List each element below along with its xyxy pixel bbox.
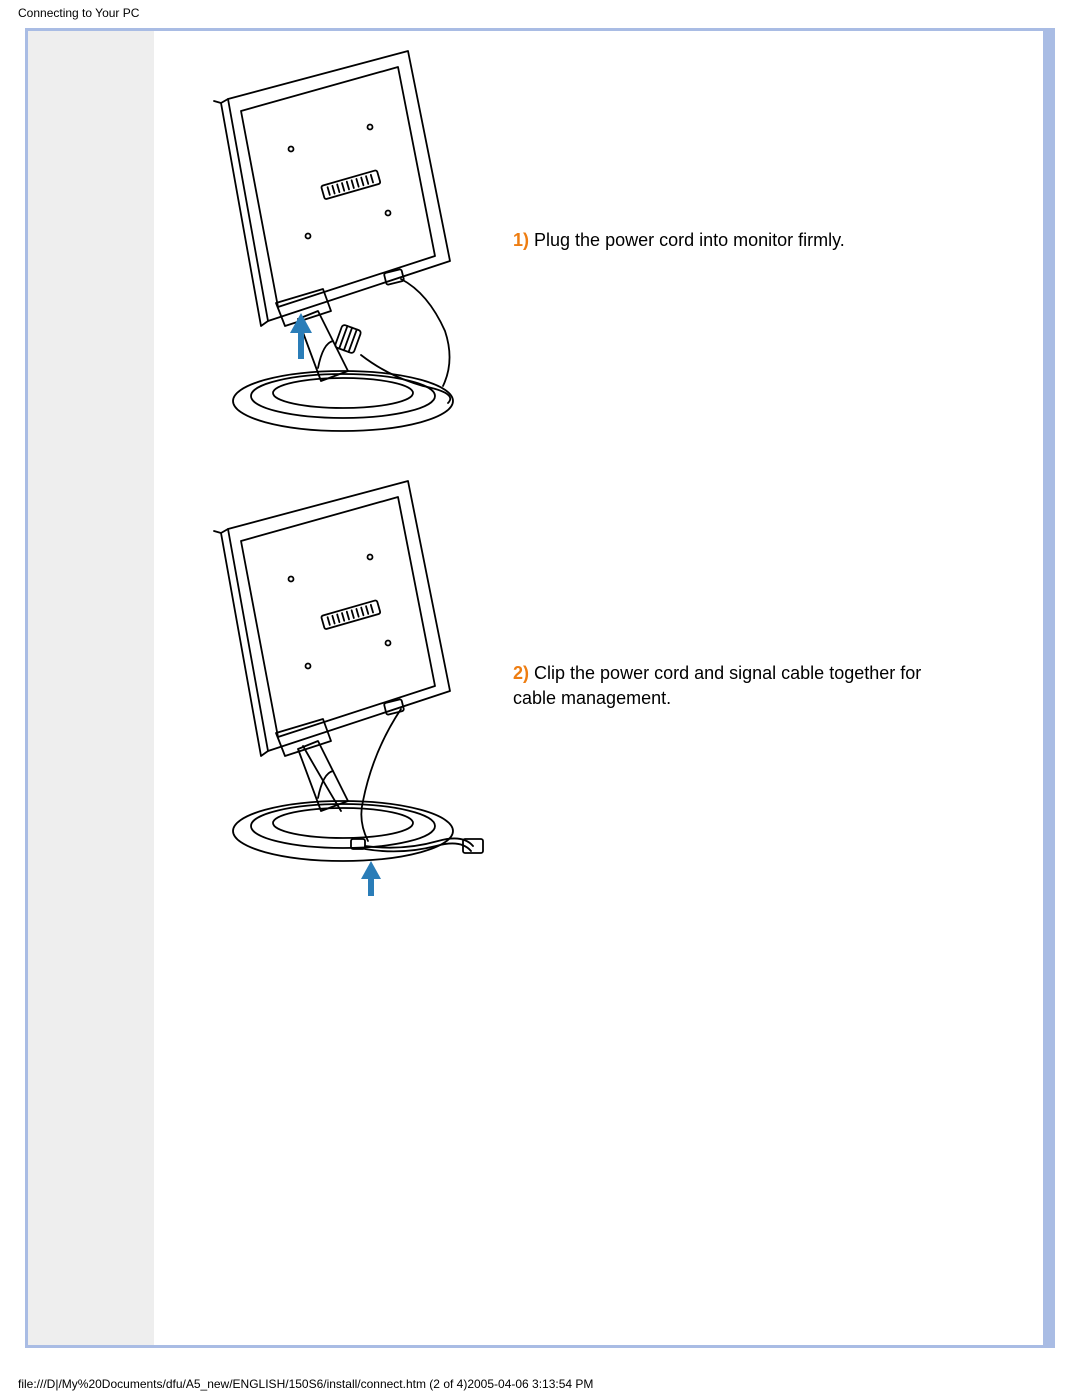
step-1-label: Plug the power cord into monitor firmly. — [529, 230, 845, 250]
step-1-illustration — [173, 41, 493, 441]
page-header-title: Connecting to Your PC — [18, 6, 139, 20]
step-2-number: 2) — [513, 663, 529, 683]
step-1-text: 1) Plug the power cord into monitor firm… — [493, 228, 845, 253]
arrow-up-icon — [361, 861, 381, 896]
step-2-illustration — [173, 471, 493, 901]
step-2-text: 2) Clip the power cord and signal cable … — [493, 661, 923, 711]
left-sidebar-bg — [28, 31, 154, 1345]
page-footer-path: file:///D|/My%20Documents/dfu/A5_new/ENG… — [18, 1377, 593, 1391]
step-2-row: 2) Clip the power cord and signal cable … — [173, 471, 923, 901]
step-1-number: 1) — [513, 230, 529, 250]
content-frame: 1) Plug the power cord into monitor firm… — [25, 28, 1055, 1348]
step-1-row: 1) Plug the power cord into monitor firm… — [173, 41, 923, 441]
step-2-label: Clip the power cord and signal cable tog… — [513, 663, 921, 708]
arrow-up-icon — [290, 313, 312, 359]
content-area: 1) Plug the power cord into monitor firm… — [173, 41, 923, 931]
